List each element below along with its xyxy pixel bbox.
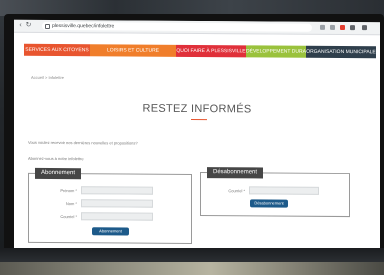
intro-text: Vous voulez recevoir nos dernières nouve… [28, 139, 138, 146]
nav-organisation-municipale[interactable]: ORGANISATION MUNICIPALE [306, 45, 376, 59]
email-label: Courriel * [60, 214, 77, 220]
last-name-input[interactable] [81, 199, 153, 208]
email-input[interactable] [81, 212, 153, 221]
subscribe-legend: Abonnement [35, 167, 82, 180]
subscribe-prompt: Abonnez-vous à notre infolettre [28, 155, 84, 162]
last-name-label: Nom * [65, 201, 77, 207]
site-navigation: SERVICES AUX CITOYENS LOISIRS ET CULTURE… [24, 43, 376, 59]
photo-background: ‹ ↻ plessisville.quebec/infolettre SERVI… [0, 0, 384, 275]
extension-icon[interactable] [330, 24, 335, 30]
breadcrumb[interactable]: Accueil > Infolettre [31, 75, 64, 80]
desk-surface [0, 262, 384, 275]
unsubscribe-email-input[interactable] [249, 186, 319, 195]
bookmark-icon[interactable] [320, 24, 325, 30]
nav-loisirs-et-culture[interactable]: LOISIRS ET CULTURE [90, 44, 176, 57]
nav-quoi-faire[interactable]: QUOI FAIRE À PLESSISVILLE [176, 44, 246, 58]
back-icon[interactable]: ‹ [17, 22, 24, 29]
title-underline [191, 118, 207, 121]
page-title: RESTEZ INFORMÉS [142, 102, 252, 116]
extension-red-icon[interactable] [340, 24, 345, 31]
browser-window: ‹ ↻ plessisville.quebec/infolettre SERVI… [14, 19, 380, 261]
lock-icon [45, 23, 50, 29]
nav-services-aux-citoyens[interactable]: SERVICES AUX CITOYENS [24, 43, 90, 57]
first-name-input[interactable] [81, 186, 153, 195]
browser-toolbar: ‹ ↻ plessisville.quebec/infolettre [14, 19, 380, 36]
unsubscribe-button[interactable]: Désabonnement [250, 199, 288, 208]
subscribe-panel: Abonnement Prénom * Nom * Courriel * Abo… [28, 167, 192, 244]
unsubscribe-legend: Désabonnement [207, 167, 264, 179]
settings-icon[interactable] [350, 25, 355, 31]
address-bar[interactable]: plessisville.quebec/infolettre [42, 21, 312, 32]
monitor: ‹ ↻ plessisville.quebec/infolettre SERVI… [4, 14, 384, 261]
reload-icon[interactable]: ↻ [25, 22, 32, 29]
subscribe-button[interactable]: Abonnement [92, 227, 129, 236]
menu-icon[interactable] [362, 25, 367, 31]
unsubscribe-panel: Désabonnement Courriel * Désabonnement [200, 167, 350, 218]
url-text: plessisville.quebec/infolettre [52, 22, 115, 30]
nav-developpement-durable[interactable]: DÉVELOPPEMENT DURABLE [246, 45, 306, 58]
first-name-label: Prénom * [60, 188, 77, 194]
unsubscribe-email-label: Courriel * [228, 188, 245, 194]
